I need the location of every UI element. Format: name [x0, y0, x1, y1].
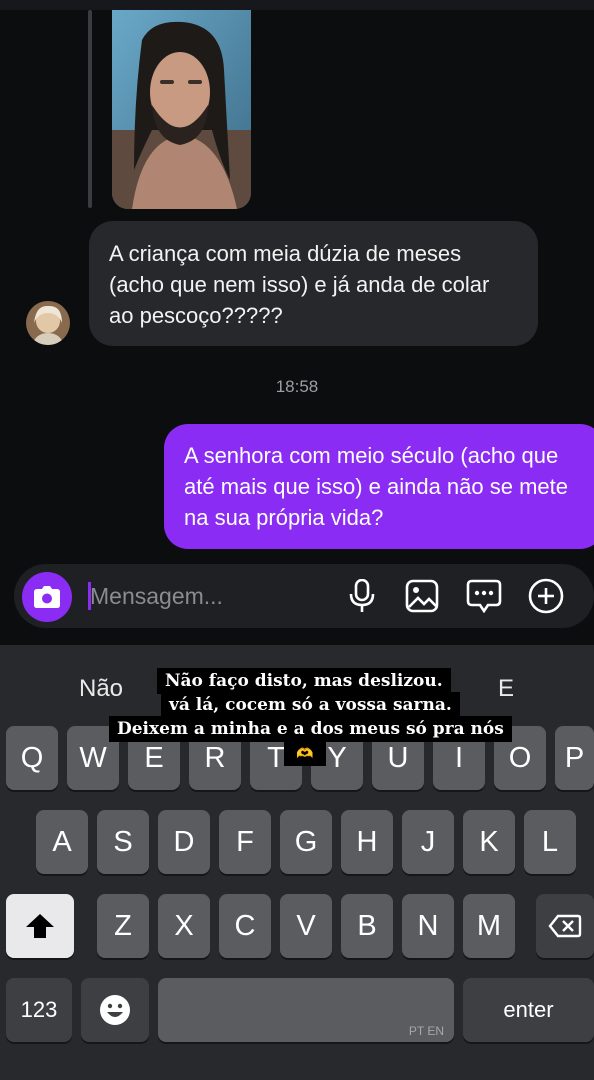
key-c[interactable]: C — [219, 894, 271, 958]
key-l[interactable]: L — [524, 810, 576, 874]
message-input[interactable] — [90, 580, 340, 612]
key-s[interactable]: S — [97, 810, 149, 874]
language-label: PT EN — [408, 1024, 444, 1038]
key-f[interactable]: F — [219, 810, 271, 874]
outgoing-message[interactable]: A senhora com meio século (acho que até … — [164, 424, 594, 549]
camera-button[interactable] — [22, 572, 72, 622]
heart-hands-emoji: 🫶 — [284, 740, 326, 766]
key-m[interactable]: M — [463, 894, 515, 958]
emoji-icon — [100, 995, 130, 1025]
overlay-text-line-1: Não faço disto, mas deslizou. — [157, 668, 451, 694]
message-composer — [14, 564, 594, 628]
message-timestamp: 18:58 — [275, 377, 319, 396]
key-x[interactable]: X — [158, 894, 210, 958]
suggestion-left[interactable]: Não — [79, 675, 123, 703]
image-icon[interactable] — [404, 578, 440, 614]
key-k[interactable]: K — [463, 810, 515, 874]
shift-key[interactable] — [6, 894, 74, 958]
key-p[interactable]: P — [555, 726, 594, 790]
key-h[interactable]: H — [341, 810, 393, 874]
microphone-icon[interactable] — [344, 578, 380, 614]
backspace-icon — [548, 914, 582, 938]
suggestion-right[interactable]: E — [498, 675, 514, 703]
plus-icon[interactable] — [528, 578, 564, 614]
key-z[interactable]: Z — [97, 894, 149, 958]
overlay-text-line-3: Deixem a minha e a dos meus só pra nós — [109, 716, 512, 742]
top-divider — [0, 0, 594, 10]
chat-thread: A criança com meia dúzia de meses (acho … — [0, 0, 594, 645]
camera-icon — [34, 586, 60, 608]
sender-avatar[interactable] — [26, 301, 70, 345]
key-a[interactable]: A — [36, 810, 88, 874]
enter-key[interactable]: enter — [463, 978, 594, 1042]
photo-image — [112, 10, 251, 209]
key-q[interactable]: Q — [6, 726, 58, 790]
key-j[interactable]: J — [402, 810, 454, 874]
avatar-image — [26, 301, 70, 345]
reply-indicator — [88, 10, 92, 208]
key-d[interactable]: D — [158, 810, 210, 874]
key-g[interactable]: G — [280, 810, 332, 874]
space-key[interactable]: PT EN — [158, 978, 454, 1042]
overlay-text-line-2: vá lá, cocem só a vossa sarna. — [161, 692, 460, 718]
shared-photo[interactable] — [112, 10, 251, 209]
incoming-message[interactable]: A criança com meia dúzia de meses (acho … — [89, 221, 538, 346]
shift-icon — [26, 914, 54, 938]
numbers-key[interactable]: 123 — [6, 978, 72, 1042]
key-b[interactable]: B — [341, 894, 393, 958]
emoji-key[interactable] — [81, 978, 149, 1042]
sticker-icon[interactable] — [466, 578, 502, 614]
backspace-key[interactable] — [536, 894, 594, 958]
key-v[interactable]: V — [280, 894, 332, 958]
key-n[interactable]: N — [402, 894, 454, 958]
